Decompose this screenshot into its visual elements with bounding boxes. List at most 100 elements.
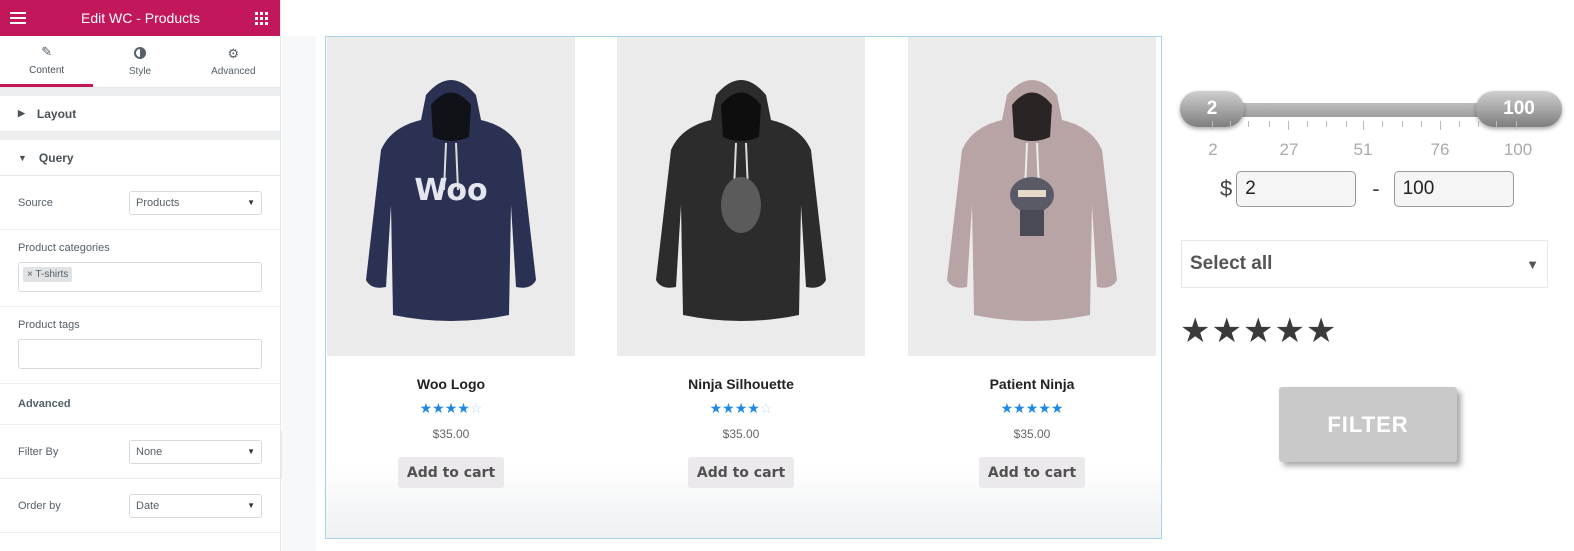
- source-value: Products: [136, 196, 180, 209]
- panel-header: Edit WC - Products: [0, 0, 280, 36]
- product-price: $35.00: [1013, 427, 1051, 441]
- filter-by-select[interactable]: None ▼: [129, 439, 262, 464]
- slider-tick: [1326, 121, 1327, 127]
- half-circle-icon: [133, 46, 147, 60]
- slider-tick-label: 51: [1353, 140, 1373, 159]
- product-card: Woo Woo Logo ★★★★☆ $35.00 Add to cart: [327, 37, 575, 488]
- order-by-select[interactable]: Date ▼: [129, 493, 262, 518]
- menu-icon[interactable]: [10, 12, 26, 24]
- order-by-control: Order by Date ▼: [0, 479, 280, 533]
- slider-tick: [1382, 121, 1383, 127]
- preview-area: Woo Woo Logo ★★★★☆ $35.00 Add to cart Ni…: [282, 0, 1574, 551]
- order-by-label: Order by: [18, 499, 61, 512]
- gear-icon: ⚙: [227, 45, 240, 61]
- price-range-inputs: $ 2 - 100: [1220, 171, 1514, 207]
- caret-down-icon: ▼: [18, 152, 27, 163]
- tab-advanced-label: Advanced: [211, 66, 256, 77]
- caret-right-icon: ▶: [18, 108, 25, 118]
- currency-symbol: $: [1220, 176, 1233, 201]
- star-rating: ★★★★☆: [709, 400, 773, 416]
- min-price-input[interactable]: 2: [1236, 171, 1357, 207]
- tab-advanced[interactable]: ⚙ Advanced: [187, 36, 280, 87]
- hoodie-image: [656, 80, 826, 321]
- slider-tick: [1307, 121, 1308, 127]
- section-query[interactable]: ▼ Query: [0, 140, 280, 176]
- slider-tick: [1478, 121, 1479, 127]
- slider-tick: [1496, 121, 1497, 127]
- product-image[interactable]: Woo: [327, 37, 575, 356]
- slider-tick: [1212, 121, 1213, 130]
- filter-button[interactable]: FILTER: [1279, 387, 1457, 462]
- product-categories-control: Product categories × T-shirts: [0, 230, 280, 307]
- product-categories-label: Product categories: [18, 242, 110, 254]
- product-name[interactable]: Ninja Silhouette: [617, 376, 865, 392]
- chevron-down-icon: ▼: [247, 447, 255, 456]
- range-separator: -: [1372, 176, 1380, 201]
- product-card: Ninja Silhouette ★★★★☆ $35.00 Add to car…: [617, 37, 865, 488]
- tab-content-label: Content: [29, 64, 65, 76]
- apps-grid-icon[interactable]: [255, 11, 268, 25]
- chevron-down-icon: ▼: [247, 198, 255, 207]
- slider-tick: [1230, 121, 1231, 127]
- product-name[interactable]: Woo Logo: [327, 376, 575, 392]
- product-image[interactable]: [617, 37, 865, 356]
- add-to-cart-button[interactable]: Add to cart: [398, 457, 504, 488]
- slider-tick: [1402, 121, 1403, 127]
- slider-tick: [1440, 121, 1441, 130]
- product-tags-control: Product tags: [0, 307, 280, 384]
- source-label: Source: [18, 196, 53, 209]
- product-name[interactable]: Patient Ninja: [908, 376, 1156, 392]
- section-query-label: Query: [38, 150, 74, 165]
- slider-tick-label: 100: [1503, 140, 1533, 159]
- product-card: Patient Ninja ★★★★★ $35.00 Add to cart: [908, 37, 1156, 488]
- slider-tick: [1269, 121, 1270, 127]
- product-image[interactable]: [908, 37, 1156, 356]
- slider-tick-label: 27: [1279, 140, 1299, 159]
- preview-gutter: [282, 36, 316, 551]
- slider-tick-label: 76: [1430, 140, 1450, 159]
- advanced-heading: Advanced: [0, 384, 280, 425]
- slider-tick-label: 2: [1208, 140, 1218, 159]
- star-rating: ★★★★☆: [419, 400, 483, 416]
- add-to-cart-button[interactable]: Add to cart: [688, 457, 794, 488]
- hoodie-image: [947, 80, 1117, 321]
- editor-panel: Edit WC - Products ✎ Content Style ⚙ Adv…: [0, 0, 281, 551]
- price-slider-max-handle[interactable]: 100: [1476, 91, 1562, 127]
- slider-tick: [1516, 121, 1517, 130]
- product-tags-label: Product tags: [18, 319, 80, 331]
- rating-filter[interactable]: ★★★★★: [1180, 314, 1337, 348]
- products-grid: Woo Woo Logo ★★★★☆ $35.00 Add to cart Ni…: [325, 36, 1162, 539]
- star-rating: ★★★★★: [1000, 400, 1064, 416]
- panel-tabs: ✎ Content Style ⚙ Advanced: [0, 36, 280, 88]
- hoodie-image: Woo: [366, 80, 536, 321]
- source-control: Source Products ▼: [0, 176, 280, 230]
- section-layout[interactable]: ▶ Layout: [0, 96, 280, 132]
- hoodie-print: Woo: [414, 173, 487, 208]
- tab-content[interactable]: ✎ Content: [0, 36, 94, 87]
- product-categories-input[interactable]: × T-shirts: [18, 262, 262, 292]
- slider-tick: [1248, 121, 1249, 127]
- tab-style-label: Style: [128, 66, 152, 77]
- slider-tick: [1363, 121, 1364, 130]
- category-select-value: Select all: [1190, 253, 1273, 274]
- category-chip[interactable]: × T-shirts: [23, 267, 73, 282]
- category-select[interactable]: Select all ▼: [1181, 240, 1548, 288]
- add-to-cart-button[interactable]: Add to cart: [979, 457, 1085, 488]
- slider-tick: [1346, 121, 1347, 127]
- slider-tick: [1288, 121, 1289, 130]
- product-price: $35.00: [432, 427, 470, 441]
- tab-style[interactable]: Style: [93, 36, 186, 87]
- section-layout-label: Layout: [36, 106, 77, 121]
- source-select[interactable]: Products ▼: [129, 190, 262, 215]
- filter-by-value: None: [136, 445, 163, 458]
- pencil-icon: ✎: [41, 44, 53, 59]
- product-price: $35.00: [722, 427, 760, 441]
- max-price-input[interactable]: 100: [1393, 171, 1514, 207]
- slider-tick: [1459, 121, 1460, 127]
- filter-by-control: Filter By None ▼: [0, 425, 280, 479]
- filter-by-label: Filter By: [18, 445, 59, 458]
- divider: [0, 88, 280, 96]
- panel-title: Edit WC - Products: [80, 10, 201, 26]
- product-tags-input[interactable]: [18, 339, 262, 369]
- slider-tick: [1421, 121, 1422, 127]
